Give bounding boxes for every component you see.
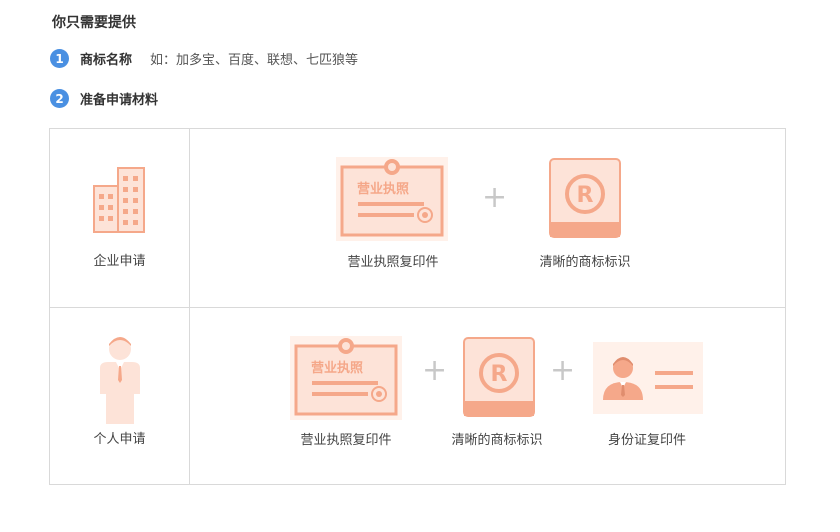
table-row-individual: 个人申请 营业执照 营业执照复印件 + R 清晰的商标标识 + 身份证复印件 (50, 308, 785, 485)
business-license-label: 营业执照复印件 (347, 255, 439, 270)
trademark-logo-label: 清晰的商标标识 (539, 255, 631, 270)
business-license-icon: 营业执照 (290, 336, 402, 420)
table-row-enterprise: 企业申请 营业执照 营业执照复印件 + R 清晰的商标标识 (50, 129, 785, 308)
license-title-text: 营业执照 (311, 360, 363, 376)
trademark-logo-card: R (549, 158, 621, 242)
registered-mark-text: R (577, 183, 594, 208)
person-icon (99, 337, 140, 424)
registered-trademark-icon: R (549, 158, 621, 238)
materials-table: 企业申请 营业执照 营业执照复印件 + R 清晰的商标标识 个人申请 营业执照 … (49, 128, 786, 485)
business-license-icon: 营业执照 (336, 157, 448, 241)
page-title: 你只需要提供 (52, 15, 136, 31)
trademark-logo-label: 清晰的商标标识 (451, 433, 543, 448)
step-number-badge: 1 (50, 49, 69, 68)
business-license-card: 营业执照 (336, 157, 448, 245)
step-label: 商标名称 (80, 53, 133, 68)
business-license-card: 营业执照 (290, 336, 402, 424)
plus-icon: + (550, 353, 576, 388)
applicant-cell: 个人申请 (50, 308, 190, 485)
business-license-label: 营业执照复印件 (300, 433, 392, 448)
step-label: 准备申请材料 (80, 93, 159, 108)
registered-trademark-icon: R (463, 337, 535, 417)
id-card-icon (593, 342, 703, 414)
license-title-text: 营业执照 (357, 181, 409, 197)
step-number-badge: 2 (50, 89, 69, 108)
step-materials: 2 准备申请材料 (50, 89, 158, 108)
trademark-logo-card: R (463, 337, 535, 421)
step-trademark-name: 1 商标名称 如：加多宝、百度、联想、七匹狼等 (50, 49, 358, 68)
plus-icon: + (482, 180, 508, 215)
id-card-card (593, 342, 703, 418)
building-icon (92, 167, 145, 233)
registered-mark-text: R (491, 362, 508, 387)
id-card-label: 身份证复印件 (607, 433, 687, 448)
plus-icon: + (422, 353, 448, 388)
applicant-label: 企业申请 (93, 254, 146, 269)
applicant-cell: 企业申请 (50, 129, 190, 307)
applicant-label: 个人申请 (93, 432, 146, 447)
step-example: 如：加多宝、百度、联想、七匹狼等 (150, 53, 359, 68)
